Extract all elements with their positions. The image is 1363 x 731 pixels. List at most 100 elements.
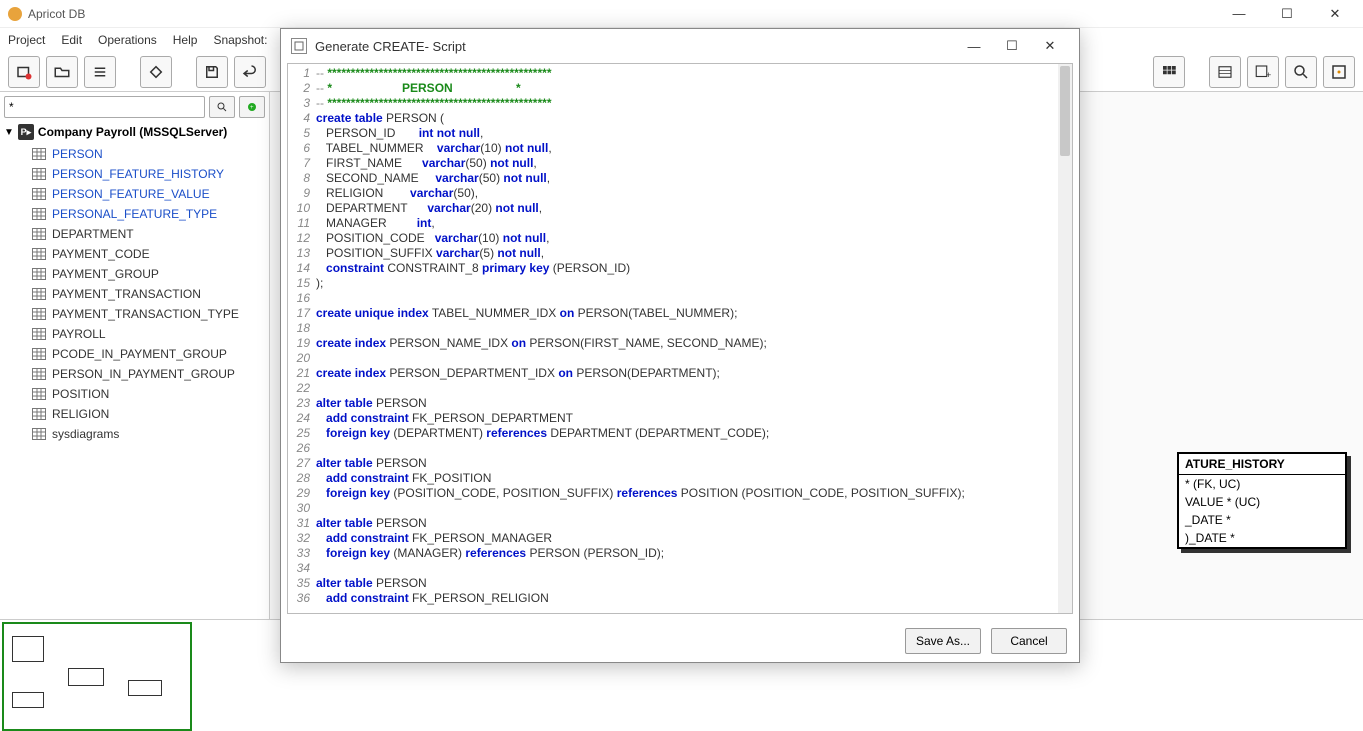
code-line: 11 MANAGER int, (288, 216, 1072, 231)
code-line: 6 TABEL_NUMMER varchar(10) not null, (288, 141, 1072, 156)
toolbar-table-icon[interactable] (1209, 56, 1241, 88)
window-close-button[interactable]: ✕ (1321, 6, 1349, 22)
table-icon (32, 408, 46, 420)
tree-item-payment_transaction[interactable]: PAYMENT_TRANSACTION (4, 284, 265, 304)
app-icon (8, 7, 22, 21)
tree-item-person_in_payment_group[interactable]: PERSON_IN_PAYMENT_GROUP (4, 364, 265, 384)
window-minimize-button[interactable]: — (1225, 6, 1253, 22)
code-line: 22 (288, 381, 1072, 396)
tree-item-label: RELIGION (52, 407, 109, 421)
tree-item-payment_transaction_type[interactable]: PAYMENT_TRANSACTION_TYPE (4, 304, 265, 324)
scrollbar[interactable] (1058, 64, 1072, 613)
code-line: 10 DEPARTMENT varchar(20) not null, (288, 201, 1072, 216)
tree-item-person[interactable]: PERSON (4, 144, 265, 164)
save-as-button[interactable]: Save As... (905, 628, 981, 654)
tree-item-label: PCODE_IN_PAYMENT_GROUP (52, 347, 227, 361)
search-add-button[interactable]: + (239, 96, 265, 118)
tree-item-pcode_in_payment_group[interactable]: PCODE_IN_PAYMENT_GROUP (4, 344, 265, 364)
app-title: Apricot DB (28, 7, 1225, 21)
code-line: 20 (288, 351, 1072, 366)
tree-item-position[interactable]: POSITION (4, 384, 265, 404)
menu-snapshot[interactable]: Snapshot: (213, 33, 267, 47)
search-input[interactable] (4, 96, 205, 118)
toolbar-zoom-icon[interactable] (1285, 56, 1317, 88)
code-line: 32 add constraint FK_PERSON_MANAGER (288, 531, 1072, 546)
scrollbar-thumb[interactable] (1060, 66, 1070, 156)
minimap-rect (128, 680, 162, 696)
cancel-button[interactable]: Cancel (991, 628, 1067, 654)
table-icon (32, 328, 46, 340)
code-line: 3-- ************************************… (288, 96, 1072, 111)
table-icon (32, 168, 46, 180)
code-line: 30 (288, 501, 1072, 516)
dialog-maximize-button[interactable]: ☐ (993, 33, 1031, 59)
code-line: 5 PERSON_ID int not null, (288, 126, 1072, 141)
toolbar-map-icon[interactable] (1323, 56, 1355, 88)
tree-item-payroll[interactable]: PAYROLL (4, 324, 265, 344)
project-icon: P▸ (18, 124, 34, 140)
entity-row: _DATE * (1179, 511, 1345, 529)
generate-script-dialog: Generate CREATE- Script — ☐ ✕ 1-- ******… (280, 28, 1080, 663)
tree-item-person_feature_history[interactable]: PERSON_FEATURE_HISTORY (4, 164, 265, 184)
table-icon (32, 248, 46, 260)
tree-item-label: DEPARTMENT (52, 227, 134, 241)
code-line: 33 foreign key (MANAGER) references PERS… (288, 546, 1072, 561)
code-line: 34 (288, 561, 1072, 576)
code-line: 1-- ************************************… (288, 66, 1072, 81)
dialog-title: Generate CREATE- Script (315, 39, 955, 54)
tree-item-payment_code[interactable]: PAYMENT_CODE (4, 244, 265, 264)
code-line: 4create table PERSON ( (288, 111, 1072, 126)
tree-item-department[interactable]: DEPARTMENT (4, 224, 265, 244)
search-button[interactable] (209, 96, 235, 118)
code-line: 29 foreign key (POSITION_CODE, POSITION_… (288, 486, 1072, 501)
tree-item-religion[interactable]: RELIGION (4, 404, 265, 424)
toolbar-add-table-icon[interactable]: + (1247, 56, 1279, 88)
tree-item-personal_feature_type[interactable]: PERSONAL_FEATURE_TYPE (4, 204, 265, 224)
table-icon (32, 368, 46, 380)
toolbar-undo-icon[interactable] (234, 56, 266, 88)
toolbar-save-icon[interactable] (196, 56, 228, 88)
menu-project[interactable]: Project (8, 33, 45, 47)
toolbar-diamond-icon[interactable] (140, 56, 172, 88)
tree-item-label: PAYMENT_CODE (52, 247, 150, 261)
toolbar-grid-icon[interactable] (1153, 56, 1185, 88)
tree-item-label: sysdiagrams (52, 427, 119, 441)
dialog-icon (291, 38, 307, 54)
tree-item-label: POSITION (52, 387, 109, 401)
dialog-close-button[interactable]: ✕ (1031, 33, 1069, 59)
window-maximize-button[interactable]: ☐ (1273, 6, 1301, 22)
tree-root[interactable]: ▼ P▸ Company Payroll (MSSQLServer) (4, 124, 265, 140)
tree-item-label: PERSON_FEATURE_HISTORY (52, 167, 224, 181)
toolbar-list-icon[interactable] (84, 56, 116, 88)
code-line: 16 (288, 291, 1072, 306)
menu-edit[interactable]: Edit (61, 33, 82, 47)
project-label: Company Payroll (MSSQLServer) (38, 125, 227, 139)
toolbar-open-icon[interactable] (46, 56, 78, 88)
table-icon (32, 268, 46, 280)
sidebar: + ▼ P▸ Company Payroll (MSSQLServer) PER… (0, 92, 270, 619)
dialog-titlebar: Generate CREATE- Script — ☐ ✕ (281, 29, 1079, 63)
code-line: 2-- * PERSON * (288, 81, 1072, 96)
tree-item-label: PAYMENT_GROUP (52, 267, 159, 281)
code-editor[interactable]: 1-- ************************************… (287, 63, 1073, 614)
table-icon (32, 348, 46, 360)
code-line: 18 (288, 321, 1072, 336)
tree-item-person_feature_value[interactable]: PERSON_FEATURE_VALUE (4, 184, 265, 204)
svg-text:+: + (250, 105, 254, 111)
code-line: 19create index PERSON_NAME_IDX on PERSON… (288, 336, 1072, 351)
tree-item-payment_group[interactable]: PAYMENT_GROUP (4, 264, 265, 284)
toolbar-new-icon[interactable] (8, 56, 40, 88)
table-icon (32, 428, 46, 440)
menu-help[interactable]: Help (173, 33, 198, 47)
minimap[interactable] (2, 622, 192, 731)
code-line: 15); (288, 276, 1072, 291)
entity-box[interactable]: ATURE_HISTORY * (FK, UC)VALUE * (UC)_DAT… (1177, 452, 1347, 549)
code-line: 9 RELIGION varchar(50), (288, 186, 1072, 201)
code-line: 35alter table PERSON (288, 576, 1072, 591)
tree-item-sysdiagrams[interactable]: sysdiagrams (4, 424, 265, 444)
code-line: 31alter table PERSON (288, 516, 1072, 531)
tree-item-label: PERSON_IN_PAYMENT_GROUP (52, 367, 235, 381)
dialog-minimize-button[interactable]: — (955, 33, 993, 59)
menu-operations[interactable]: Operations (98, 33, 157, 47)
entity-row: VALUE * (UC) (1179, 493, 1345, 511)
